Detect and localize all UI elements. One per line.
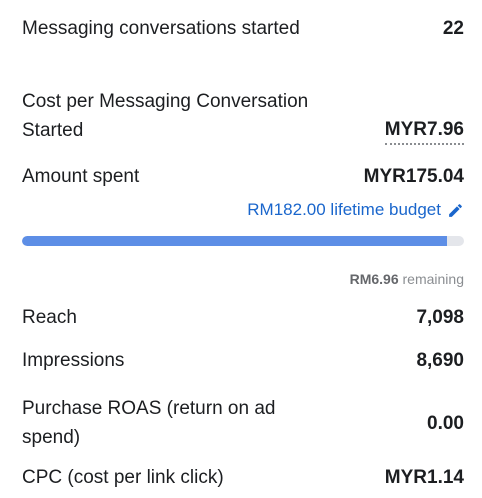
budget-progress-bar (22, 236, 464, 246)
metric-label: Purchase ROAS (return on ad spend) (22, 398, 276, 448)
metric-row-cost-per-messaging[interactable]: Cost per Messaging Conversation Started … (22, 87, 464, 145)
metric-label: Messaging conversations started (22, 18, 300, 39)
metric-label: Impressions (22, 350, 125, 371)
lifetime-budget-link[interactable]: RM182.00 lifetime budget (247, 200, 464, 220)
metric-value: MYR7.96 (384, 117, 464, 145)
budget-remaining: RM6.96 remaining (350, 271, 464, 287)
metric-value: 0.00 (427, 412, 464, 434)
metric-value: 7,098 (416, 307, 464, 328)
ad-insights-panel: Messaging conversations started 22 Cost … (0, 0, 482, 498)
remaining-amount: RM6.96 (349, 271, 399, 287)
metric-row-reach: Reach 7,098 (22, 303, 464, 332)
metric-row-impressions: Impressions 8,690 (22, 346, 464, 375)
metric-row-cpc: CPC (cost per link click) MYR1.14 (22, 463, 464, 492)
metric-row-amount-spent: Amount spent MYR175.04 (22, 162, 464, 191)
metric-value: 8,690 (416, 350, 464, 371)
metric-value: MYR1.14 (384, 467, 464, 488)
metric-label: Cost per Messaging Conversation Started (22, 91, 309, 141)
budget-progress-fill (22, 236, 448, 246)
remaining-label: remaining (402, 271, 464, 287)
pencil-icon (447, 202, 464, 219)
metric-row-messaging-started: Messaging conversations started 22 (22, 14, 464, 43)
metric-value: 22 (442, 18, 464, 39)
metric-value: MYR175.04 (363, 166, 464, 187)
metric-label: CPC (cost per link click) (22, 467, 224, 488)
metric-row-purchase-roas: Purchase ROAS (return on ad spend) 0.00 (22, 394, 464, 452)
metric-label: Amount spent (22, 166, 140, 187)
lifetime-budget-text: RM182.00 lifetime budget (247, 200, 441, 219)
metric-label: Reach (22, 307, 77, 328)
